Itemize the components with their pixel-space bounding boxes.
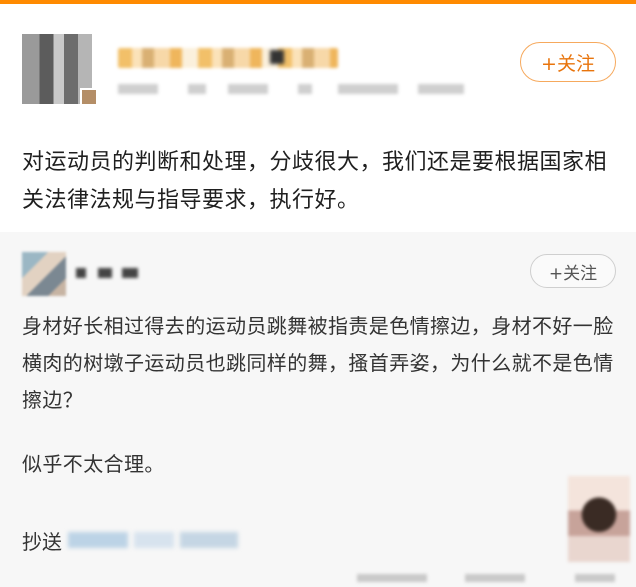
quoted-text: 身材好长相过得去的运动员跳舞被指责是色情擦边，身材不好一脸横肉的树墩子运动员也跳… xyxy=(22,308,622,419)
quoted-paragraph: 似乎不太合理。 xyxy=(22,452,165,476)
quoted-post[interactable]: +关注 身材好长相过得去的运动员跳舞被指责是色情擦边，身材不好一脸横肉的树墩子运… xyxy=(0,232,636,587)
username-blurred[interactable] xyxy=(76,264,146,282)
main-post: +关注 对运动员的判断和处理，分歧很大，我们还是要根据国家相关法律法规与指导要求… xyxy=(0,4,636,232)
action-bar-faint xyxy=(355,568,636,587)
username-blurred[interactable] xyxy=(118,48,338,68)
avatar[interactable] xyxy=(22,34,98,106)
follow-button[interactable]: +关注 xyxy=(530,254,616,288)
cc-row: 抄送 xyxy=(22,526,238,554)
post-text: 对运动员的判断和处理，分歧很大，我们还是要根据国家相关法律法规与指导要求，执行好… xyxy=(22,150,608,213)
avatar[interactable] xyxy=(22,252,66,296)
cc-mentions-blurred[interactable] xyxy=(68,528,238,552)
image-thumbnail[interactable] xyxy=(568,476,630,562)
cc-label: 抄送 xyxy=(22,529,62,554)
follow-button[interactable]: +关注 xyxy=(520,42,616,82)
post-meta-blurred xyxy=(118,80,478,98)
quoted-paragraph: 身材好长相过得去的运动员跳舞被指责是色情擦边，身材不好一脸横肉的树墩子运动员也跳… xyxy=(22,314,614,412)
